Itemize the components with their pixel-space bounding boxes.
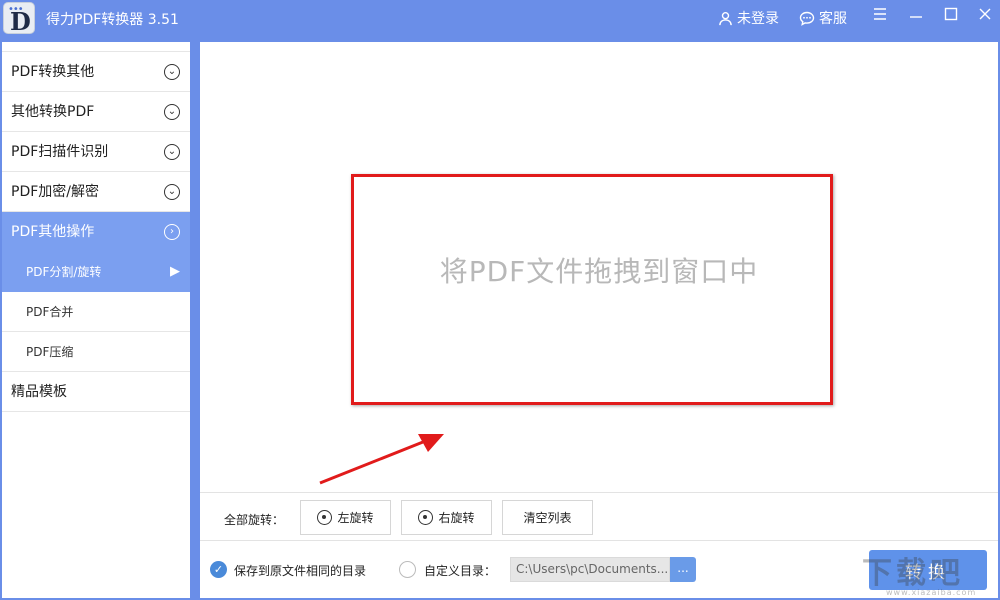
custom-dir-path-input[interactable]: C:\Users\pc\Documents... [510, 557, 670, 582]
rotate-toolbar: 全部旋转： 左旋转 右旋转 清空列表 [200, 492, 998, 540]
login-label: 未登录 [737, 11, 779, 27]
app-title: 得力PDF转换器 3.51 [46, 12, 179, 28]
minimize-icon [910, 16, 922, 18]
close-button[interactable] [975, 6, 995, 28]
rotate-left-button[interactable]: 左旋转 [300, 500, 391, 535]
chevron-down-icon: ⌄ [164, 104, 180, 120]
chat-bubble-icon [799, 11, 815, 26]
title-bar: ••• D 得力PDF转换器 3.51 未登录 客服 [0, 0, 1000, 36]
sidebar-item-other-to-pdf[interactable]: 其他转换PDF ⌄ [2, 92, 190, 132]
minimize-button[interactable] [906, 6, 926, 28]
sidebar-item-templates[interactable]: 精品模板 [2, 372, 190, 412]
watermark-logo: 下载吧 www.xiazaiba.com [862, 556, 977, 597]
rotate-right-button[interactable]: 右旋转 [401, 500, 492, 535]
maximize-icon [944, 7, 958, 21]
custom-dir-radio[interactable] [399, 561, 416, 578]
menu-button[interactable] [870, 6, 890, 28]
main-panel: 将PDF文件拖拽到窗口中 全部旋转： 左旋转 右旋转 清空列表 ✓ 保存到原文件… [200, 42, 998, 598]
sidebar-subitem-merge[interactable]: PDF合并 [2, 292, 190, 332]
app-logo-icon: ••• D [3, 2, 35, 36]
same-dir-radio-checked-icon[interactable]: ✓ [210, 561, 227, 578]
customer-service-button[interactable]: 客服 [799, 8, 847, 28]
sidebar-item-pdf-ocr[interactable]: PDF扫描件识别 ⌄ [2, 132, 190, 172]
close-icon [979, 8, 991, 20]
triangle-right-icon: ▶ [170, 264, 180, 279]
rotate-all-label: 全部旋转： [224, 513, 285, 527]
sidebar-subitem-compress[interactable]: PDF压缩 [2, 332, 190, 372]
sidebar: PDF转换其他 ⌄ 其他转换PDF ⌄ PDF扫描件识别 ⌄ PDF加密/解密 … [2, 42, 190, 598]
hamburger-icon [874, 8, 886, 20]
same-dir-label[interactable]: 保存到原文件相同的目录 [234, 562, 366, 579]
chevron-down-icon: ⌄ [164, 64, 180, 80]
chevron-right-icon: › [164, 224, 180, 240]
custom-dir-label[interactable]: 自定义目录： [424, 562, 496, 579]
chevron-down-icon: ⌄ [164, 144, 180, 160]
browse-button[interactable]: ... [670, 557, 696, 582]
rotate-left-icon [317, 510, 333, 525]
service-label: 客服 [819, 11, 847, 27]
user-icon [719, 11, 732, 25]
rotate-right-icon [418, 510, 434, 525]
sidebar-subitem-split-rotate[interactable]: PDF分割/旋转 ▶ [2, 252, 190, 292]
login-button[interactable]: 未登录 [718, 8, 779, 28]
red-arrow-annotation [319, 434, 444, 485]
maximize-button[interactable] [941, 6, 961, 28]
clear-list-button[interactable]: 清空列表 [502, 500, 593, 535]
sidebar-item-pdf-encrypt[interactable]: PDF加密/解密 ⌄ [2, 172, 190, 212]
sidebar-item-pdf-to-other[interactable]: PDF转换其他 ⌄ [2, 52, 190, 92]
sidebar-item-pdf-other-ops[interactable]: PDF其他操作 › [2, 212, 190, 252]
chevron-down-icon: ⌄ [164, 184, 180, 200]
highlight-box [351, 174, 833, 405]
